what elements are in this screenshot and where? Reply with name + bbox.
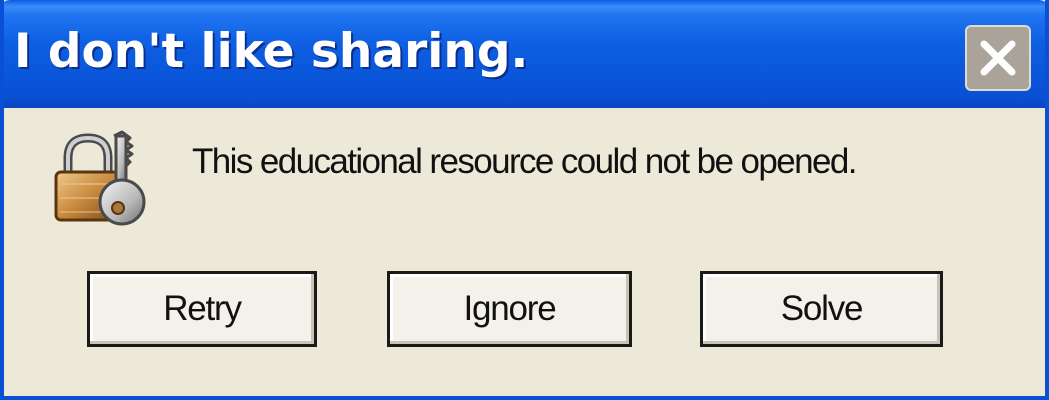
close-button[interactable] <box>965 25 1031 91</box>
solve-button[interactable]: Solve <box>700 271 943 347</box>
padlock-key-icon <box>54 130 146 226</box>
title-bar[interactable]: I don't like sharing. <box>4 0 1045 108</box>
dialog-window: I don't like sharing. This educational r… <box>0 0 1049 400</box>
retry-button[interactable]: Retry <box>87 271 317 347</box>
ignore-button[interactable]: Ignore <box>387 271 632 347</box>
dialog-message: This educational resource could not be o… <box>192 142 857 181</box>
close-icon <box>980 40 1016 76</box>
window-title: I don't like sharing. <box>14 24 529 79</box>
